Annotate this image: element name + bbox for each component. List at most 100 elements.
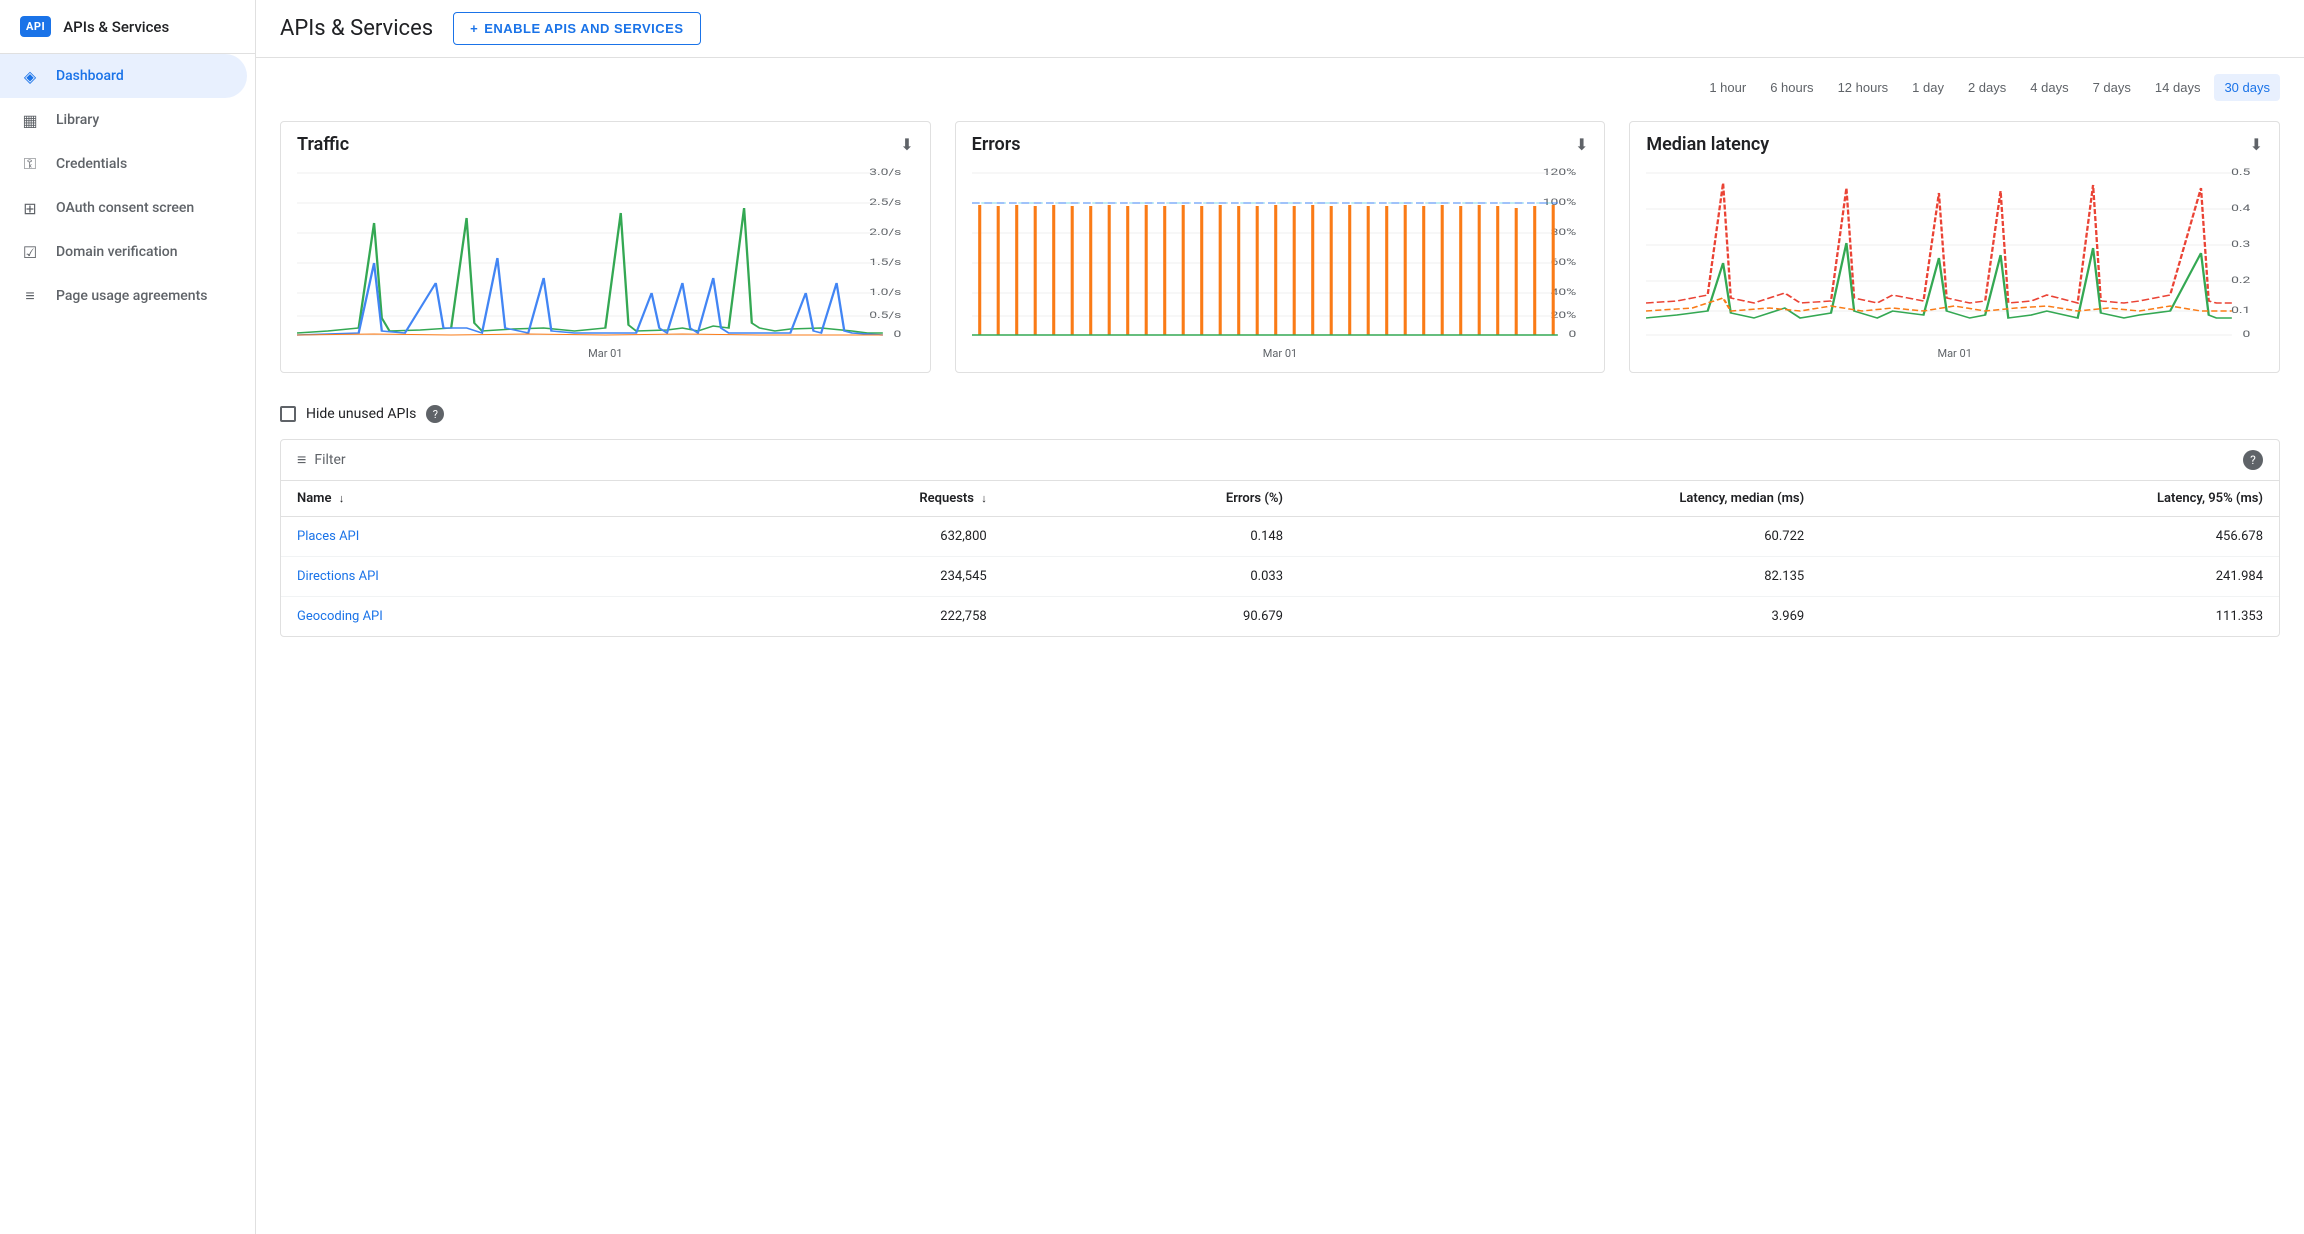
svg-text:0.3: 0.3	[2231, 239, 2250, 250]
errors-chart-header: Errors ⬇	[972, 134, 1589, 155]
cell-latency-95: 241.984	[1820, 557, 2279, 597]
table-toolbar: ≡ Filter ?	[281, 440, 2279, 481]
svg-text:0.5: 0.5	[2231, 167, 2251, 178]
sidebar-item-dashboard[interactable]: ◈ Dashboard	[0, 54, 247, 98]
time-filter-7-days[interactable]: 7 days	[2083, 74, 2141, 101]
cell-requests: 222,758	[673, 597, 1003, 637]
filter-label: Filter	[314, 452, 345, 468]
table-header-row: Name ↓ Requests ↓ Errors (%) Latency, me…	[281, 481, 2279, 517]
cell-errors: 90.679	[1003, 597, 1299, 637]
time-filter-2-days[interactable]: 2 days	[1958, 74, 2016, 101]
cell-latency-95: 111.353	[1820, 597, 2279, 637]
sidebar-item-credentials[interactable]: ⚿Credentials	[0, 142, 247, 186]
nav-label-oauth-consent: OAuth consent screen	[56, 200, 194, 216]
nav-label-page-usage: Page usage agreements	[56, 288, 207, 304]
content-area: 1 hour6 hours12 hours1 day2 days4 days7 …	[256, 58, 2304, 653]
charts-row: Traffic ⬇ 3.0/s 2.5/s 2.0/s 1.5/s 1.0/s …	[280, 121, 2280, 373]
svg-text:0.5/s: 0.5/s	[869, 310, 901, 321]
svg-text:0: 0	[1568, 329, 1576, 340]
main-header: APIs & Services + ENABLE APIS AND SERVIC…	[256, 0, 2304, 58]
time-filter-6-hours[interactable]: 6 hours	[1760, 74, 1823, 101]
errors-chart-title: Errors	[972, 134, 1021, 155]
col-name[interactable]: Name ↓	[281, 481, 673, 517]
cell-latency-95: 456.678	[1820, 517, 2279, 557]
hide-unused-checkbox[interactable]	[280, 406, 296, 422]
nav-icon-credentials: ⚿	[20, 154, 40, 174]
cell-latency-median: 3.969	[1299, 597, 1820, 637]
svg-text:0.4: 0.4	[2231, 203, 2251, 214]
plus-icon: +	[470, 21, 478, 36]
nav-icon-dashboard: ◈	[20, 66, 40, 86]
time-filter-14-days[interactable]: 14 days	[2145, 74, 2211, 101]
cell-requests: 234,545	[673, 557, 1003, 597]
hide-unused-help-icon[interactable]: ?	[426, 405, 444, 423]
svg-text:2.5/s: 2.5/s	[869, 197, 901, 208]
sidebar-item-library[interactable]: ▦Library	[0, 98, 247, 142]
cell-latency-median: 82.135	[1299, 557, 1820, 597]
cell-name[interactable]: Geocoding API	[281, 597, 673, 637]
time-filter-12-hours[interactable]: 12 hours	[1828, 74, 1899, 101]
latency-chart-svg: 0.5 0.4 0.3 0.2 0.1 0	[1646, 163, 2263, 343]
errors-chart: Errors ⬇ 120% 100% 80% 60% 40% 20% 0	[955, 121, 1606, 373]
cell-latency-median: 60.722	[1299, 517, 1820, 557]
errors-x-label: Mar 01	[972, 347, 1589, 360]
errors-download-icon[interactable]: ⬇	[1575, 135, 1588, 154]
bottom-section: Hide unused APIs ? ≡ Filter ? Name ↓ Req…	[280, 405, 2280, 637]
svg-text:2.0/s: 2.0/s	[869, 227, 901, 238]
col-requests[interactable]: Requests ↓	[673, 481, 1003, 517]
col-latency-median: Latency, median (ms)	[1299, 481, 1820, 517]
time-filter-4-days[interactable]: 4 days	[2020, 74, 2078, 101]
col-latency-95: Latency, 95% (ms)	[1820, 481, 2279, 517]
svg-text:1.5/s: 1.5/s	[869, 257, 901, 268]
nav-label-dashboard: Dashboard	[56, 68, 124, 84]
page-title: APIs & Services	[280, 16, 433, 41]
sort-icon: ↓	[339, 492, 345, 505]
cell-name[interactable]: Directions API	[281, 557, 673, 597]
table-row: Geocoding API 222,758 90.679 3.969 111.3…	[281, 597, 2279, 637]
filter-row: ≡ Filter	[297, 450, 346, 470]
cell-requests: 632,800	[673, 517, 1003, 557]
traffic-x-label: Mar 01	[297, 347, 914, 360]
errors-chart-area: 120% 100% 80% 60% 40% 20% 0	[972, 163, 1589, 343]
sidebar-item-domain-verification[interactable]: ☑ Domain verification	[0, 230, 247, 274]
hide-unused-label: Hide unused APIs	[306, 406, 416, 422]
enable-apis-button[interactable]: + ENABLE APIS AND SERVICES	[453, 12, 700, 45]
sidebar-item-page-usage[interactable]: ≡ Page usage agreements	[0, 274, 247, 318]
sidebar-item-oauth-consent[interactable]: ⊞OAuth consent screen	[0, 186, 247, 230]
time-filters: 1 hour6 hours12 hours1 day2 days4 days7 …	[280, 74, 2280, 101]
latency-chart-area: 0.5 0.4 0.3 0.2 0.1 0	[1646, 163, 2263, 343]
traffic-chart-title: Traffic	[297, 134, 349, 155]
filter-icon: ≡	[297, 450, 306, 470]
nav-icon-domain-verification: ☑	[20, 242, 40, 262]
table-help-icon[interactable]: ?	[2243, 450, 2263, 470]
cell-name[interactable]: Places API	[281, 517, 673, 557]
nav-icon-page-usage: ≡	[20, 286, 40, 306]
table-row: Places API 632,800 0.148 60.722 456.678	[281, 517, 2279, 557]
api-logo: API	[20, 16, 51, 37]
traffic-download-icon[interactable]: ⬇	[900, 135, 913, 154]
api-table: Name ↓ Requests ↓ Errors (%) Latency, me…	[281, 481, 2279, 636]
latency-chart-title: Median latency	[1646, 134, 1769, 155]
svg-text:100%: 100%	[1542, 197, 1576, 208]
hide-unused-row: Hide unused APIs ?	[280, 405, 2280, 423]
sidebar-header: API APIs & Services	[0, 0, 255, 54]
nav-label-domain-verification: Domain verification	[56, 244, 178, 260]
time-filter-1-day[interactable]: 1 day	[1902, 74, 1954, 101]
traffic-chart-area: 3.0/s 2.5/s 2.0/s 1.5/s 1.0/s 0.5/s 0	[297, 163, 914, 343]
traffic-chart-svg: 3.0/s 2.5/s 2.0/s 1.5/s 1.0/s 0.5/s 0	[297, 163, 914, 343]
svg-text:120%: 120%	[1542, 167, 1576, 178]
svg-text:0: 0	[894, 329, 902, 340]
nav-label-library: Library	[56, 112, 99, 128]
svg-text:3.0/s: 3.0/s	[869, 167, 901, 178]
svg-text:0.1: 0.1	[2231, 305, 2250, 316]
cell-errors: 0.033	[1003, 557, 1299, 597]
latency-download-icon[interactable]: ⬇	[2250, 135, 2263, 154]
time-filter-1-hour[interactable]: 1 hour	[1699, 74, 1756, 101]
svg-text:1.0/s: 1.0/s	[869, 287, 901, 298]
time-filter-30-days[interactable]: 30 days	[2214, 74, 2280, 101]
cell-errors: 0.148	[1003, 517, 1299, 557]
traffic-chart: Traffic ⬇ 3.0/s 2.5/s 2.0/s 1.5/s 1.0/s …	[280, 121, 931, 373]
errors-chart-svg: 120% 100% 80% 60% 40% 20% 0	[972, 163, 1589, 343]
sort-icon-requests: ↓	[981, 492, 987, 505]
svg-text:0.2: 0.2	[2231, 275, 2251, 286]
